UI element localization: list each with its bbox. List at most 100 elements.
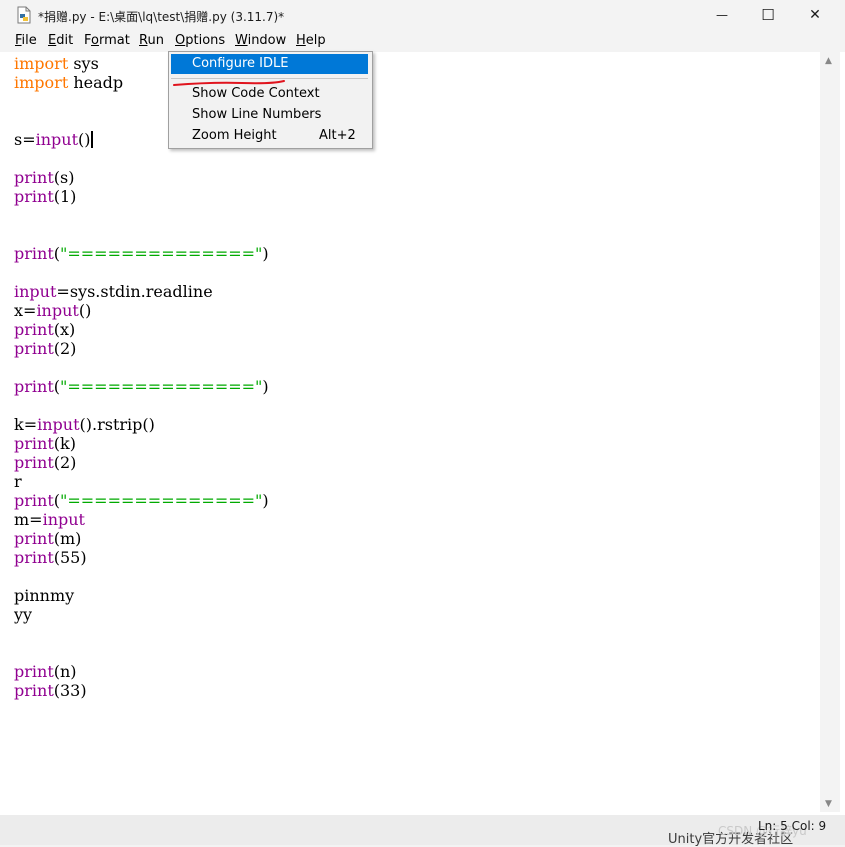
code-line: print(2): [14, 453, 76, 472]
code-line: print(55): [14, 548, 87, 567]
builtin-token: input: [42, 510, 85, 529]
code-token: pinnmy: [14, 586, 75, 605]
code-token: ): [262, 244, 269, 263]
code-line: print(2): [14, 339, 76, 358]
builtin-token: print: [14, 244, 54, 263]
builtin-token: print: [14, 434, 54, 453]
code-line: print(1): [14, 187, 76, 206]
options-menu-dropdown: Configure IDLE Show Code Context Show Li…: [168, 51, 373, 149]
window-title: *捐赠.py - E:\桌面\lq\test\捐赠.py (3.11.7)*: [38, 10, 285, 24]
string-token: "==============": [60, 377, 263, 396]
code-token: r: [14, 472, 22, 491]
builtin-token: input: [36, 301, 79, 320]
menu-run[interactable]: Run: [139, 33, 164, 48]
code-token: (55): [53, 548, 87, 567]
title-bar[interactable]: *捐赠.py - E:\桌面\lq\test\捐赠.py (3.11.7)* —…: [0, 0, 845, 30]
code-line: print(s): [14, 168, 74, 187]
menu-item-label: Show Line Numbers: [192, 107, 322, 122]
menu-item-accelerator: Alt+2: [319, 128, 356, 143]
code-token: (): [78, 130, 91, 149]
code-line: print("=============="): [14, 491, 269, 510]
scroll-up-arrow-icon[interactable]: ▲: [825, 56, 832, 66]
python-file-icon: [17, 6, 31, 24]
builtin-token: input: [35, 130, 79, 149]
builtin-token: input: [14, 282, 57, 301]
code-token: ): [262, 491, 269, 510]
code-token: (2): [53, 339, 77, 358]
code-line: print(x): [14, 320, 75, 339]
minimize-button[interactable]: —: [699, 0, 745, 30]
code-token: (x): [53, 320, 76, 339]
menu-help[interactable]: Help: [296, 33, 326, 48]
code-editor[interactable]: import sys import headp s=input() print(s) p…: [10, 52, 820, 812]
keyword-token: import: [14, 54, 69, 73]
builtin-token: print: [14, 453, 54, 472]
red-annotation-underline: [173, 80, 285, 86]
menu-item-show-line-numbers[interactable]: Show Line Numbers: [171, 105, 368, 125]
builtin-token: print: [14, 529, 54, 548]
code-line: input=sys.stdin.readline: [14, 282, 213, 301]
code-line: print(m): [14, 529, 81, 548]
status-bar: Ln: 5 Col: 9: [0, 815, 845, 839]
idle-editor-window: *捐赠.py - E:\桌面\lq\test\捐赠.py (3.11.7)* —…: [0, 0, 845, 815]
menu-edit[interactable]: Edit: [48, 33, 73, 48]
code-token: (k): [53, 434, 76, 453]
code-token: (m): [53, 529, 82, 548]
menu-item-zoom-height[interactable]: Zoom Height Alt+2: [171, 126, 368, 146]
code-token: (n): [53, 662, 77, 681]
menu-item-label: Configure IDLE: [192, 56, 289, 71]
keyword-token: import: [14, 73, 69, 92]
code-line: import sys: [14, 54, 99, 73]
scroll-down-arrow-icon[interactable]: ▼: [825, 799, 832, 809]
code-token: sys: [68, 54, 99, 73]
code-token: headp: [68, 73, 124, 92]
code-line: r: [14, 472, 22, 491]
string-token: "==============": [60, 244, 263, 263]
maximize-icon: ☐: [761, 6, 775, 24]
code-token: (2): [53, 453, 77, 472]
code-token: (): [78, 301, 92, 320]
close-button[interactable]: ✕: [792, 0, 838, 30]
code-token: k=: [14, 415, 38, 434]
code-line: print(k): [14, 434, 76, 453]
code-token: (1): [53, 187, 77, 206]
code-line: print("=============="): [14, 244, 269, 263]
code-line: m=input: [14, 510, 85, 529]
code-line: import headp: [14, 73, 123, 92]
code-token: x=: [14, 301, 37, 320]
builtin-token: print: [14, 168, 54, 187]
builtin-token: print: [14, 491, 54, 510]
vertical-scrollbar[interactable]: ▲ ▼: [820, 52, 840, 812]
minimize-icon: —: [716, 8, 728, 22]
code-line: print(33): [14, 681, 87, 700]
builtin-token: print: [14, 681, 54, 700]
maximize-button[interactable]: ☐: [745, 0, 791, 30]
menu-file[interactable]: File: [15, 33, 37, 48]
code-token: m=: [14, 510, 43, 529]
menu-item-configure-idle[interactable]: Configure IDLE: [171, 54, 368, 74]
builtin-token: print: [14, 187, 54, 206]
menu-window[interactable]: Window: [235, 33, 286, 48]
menu-item-label: Show Code Context: [192, 86, 320, 101]
code-line: s=input(): [14, 130, 93, 149]
builtin-token: print: [14, 320, 54, 339]
cursor-position: Ln: 5 Col: 9: [758, 819, 827, 833]
close-icon: ✕: [809, 7, 821, 23]
code-line: x=input(): [14, 301, 91, 320]
code-line: pinnmy: [14, 586, 74, 605]
builtin-token: print: [14, 377, 54, 396]
code-line: print(n): [14, 662, 77, 681]
builtin-token: input: [37, 415, 80, 434]
builtin-token: print: [14, 339, 54, 358]
code-token: s=: [14, 130, 36, 149]
builtin-token: print: [14, 548, 54, 567]
menu-options[interactable]: Options: [175, 33, 225, 48]
code-token: ().rstrip(): [79, 415, 155, 434]
code-line: print("=============="): [14, 377, 269, 396]
code-line: yy: [14, 605, 32, 624]
code-token: (s): [53, 168, 75, 187]
string-token: "==============": [60, 491, 263, 510]
code-token: =sys.stdin.readline: [56, 282, 213, 301]
menu-item-label: Zoom Height: [192, 128, 277, 143]
menu-format[interactable]: Format: [84, 33, 130, 48]
